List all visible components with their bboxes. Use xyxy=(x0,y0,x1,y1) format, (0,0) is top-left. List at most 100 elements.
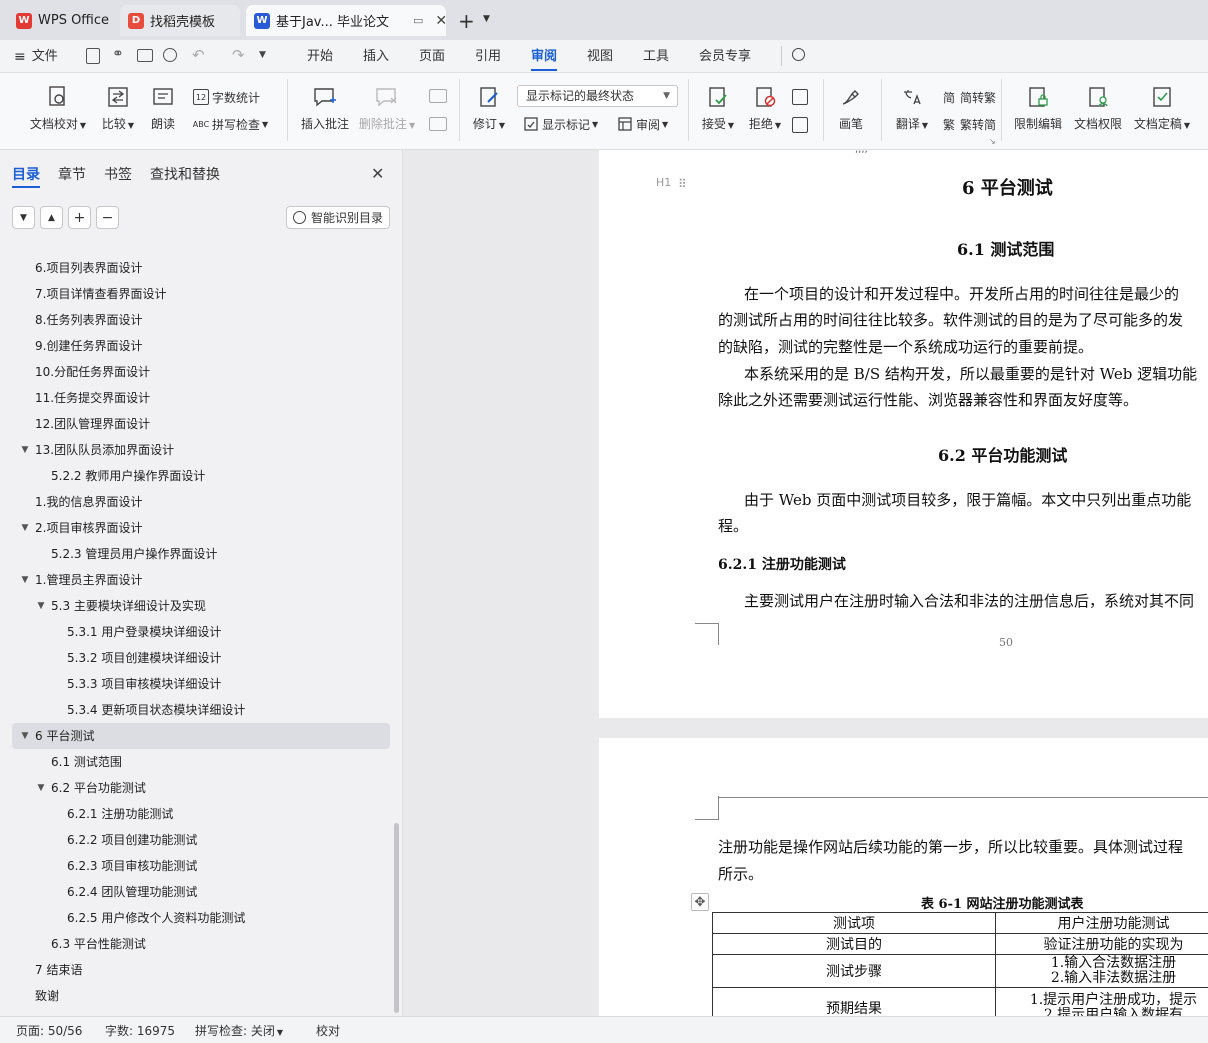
tab-bookmarks[interactable]: 书签 xyxy=(104,164,132,184)
show-markup-button[interactable]: 显示标记 ▼ xyxy=(523,114,598,134)
spell-check-button[interactable]: ABC 拼写检查 ▼ xyxy=(193,114,268,134)
read-aloud-button[interactable]: 朗读 xyxy=(148,73,178,132)
pin-window-icon[interactable]: ▭ xyxy=(413,14,423,27)
menu-view[interactable]: 视图 xyxy=(587,46,613,68)
menu-review[interactable]: 审阅 xyxy=(531,46,558,71)
toc-item[interactable]: 致谢 xyxy=(0,983,395,1009)
tab-wps-office[interactable]: W WPS Office xyxy=(8,5,113,36)
toc-item[interactable]: 5.3.3 项目审核模块详细设计 xyxy=(0,671,395,697)
menu-references[interactable]: 引用 xyxy=(475,46,501,68)
drag-handle-icon[interactable]: ⠿ xyxy=(678,177,687,191)
expand-all-button[interactable]: ▼ xyxy=(12,206,35,229)
add-heading-button[interactable]: + xyxy=(68,206,91,229)
proof-status[interactable]: 校对 xyxy=(316,1022,340,1039)
toc-item[interactable]: 5.3.4 更新项目状态模块详细设计 xyxy=(0,697,395,723)
toc-item[interactable]: 10.分配任务界面设计 xyxy=(0,359,395,385)
toc-item[interactable]: 6.1 测试范围 xyxy=(0,749,395,775)
menu-member[interactable]: 会员专享 xyxy=(699,46,751,68)
compare-button[interactable]: 比较 ▼ xyxy=(98,73,138,132)
smart-toc-button[interactable]: 智能识别目录 xyxy=(286,206,390,229)
toc-item[interactable]: ▼ 5.3 主要模块详细设计及实现 xyxy=(0,593,395,619)
restrict-edit-button[interactable]: 限制编辑 xyxy=(1013,73,1063,132)
menu-insert[interactable]: 插入 xyxy=(363,46,389,68)
tab-docer-templates[interactable]: D 找稻壳模板 xyxy=(120,5,240,36)
toc-item[interactable]: 6.2.2 项目创建功能测试 xyxy=(0,827,395,853)
toc-item[interactable]: 6.2.1 注册功能测试 xyxy=(0,801,395,827)
toc-item[interactable]: 7 结束语 xyxy=(0,957,395,983)
redo-icon[interactable]: ↷ xyxy=(232,46,245,64)
doc-permission-button[interactable]: 文档权限 xyxy=(1073,73,1123,132)
expand-toggle-icon[interactable]: ▼ xyxy=(19,723,31,749)
close-tab-icon[interactable]: ✕ xyxy=(435,13,446,29)
expand-toggle-icon[interactable]: ▼ xyxy=(19,567,31,593)
table-move-handle-icon[interactable]: ✥ xyxy=(691,893,709,911)
toc-item[interactable]: 6.2.3 项目审核功能测试 xyxy=(0,853,395,879)
search-icon[interactable] xyxy=(792,48,805,61)
toc-item[interactable]: ▼ 2.项目审核界面设计 xyxy=(0,515,395,541)
toc-item[interactable]: 6.2.4 团队管理功能测试 xyxy=(0,879,395,905)
spell-check-status[interactable]: 拼写检查: 关闭 ▼ xyxy=(195,1022,283,1039)
close-pane-icon[interactable]: ✕ xyxy=(371,164,384,183)
expand-toggle-icon[interactable]: ▼ xyxy=(35,593,47,619)
toc-item[interactable]: 6.项目列表界面设计 xyxy=(0,255,395,281)
previous-change-icon[interactable] xyxy=(792,89,808,105)
toc-item[interactable]: 11.任务提交界面设计 xyxy=(0,385,395,411)
toc-item[interactable]: 7.项目详情查看界面设计 xyxy=(0,281,395,307)
print-preview-icon[interactable] xyxy=(163,48,177,62)
toc-item[interactable]: ▼ 6 平台测试 xyxy=(12,723,390,749)
toc-item[interactable]: 5.2.3 管理员用户操作界面设计 xyxy=(0,541,395,567)
menu-home[interactable]: 开始 xyxy=(307,46,333,68)
expand-toggle-icon[interactable]: ▼ xyxy=(19,515,31,541)
reject-button[interactable]: 拒绝 ▼ xyxy=(746,73,784,132)
translate-button[interactable]: 翻译 ▼ xyxy=(893,73,931,132)
pen-button[interactable]: 画笔 xyxy=(836,73,866,132)
doc-finalize-button[interactable]: 文档定稿 ▼ xyxy=(1133,73,1191,132)
toc-item[interactable]: 6.3 平台性能测试 xyxy=(0,931,395,957)
toc-item[interactable]: 1.我的信息界面设计 xyxy=(0,489,395,515)
simplified-to-traditional-button[interactable]: 简 简转繁 xyxy=(941,87,996,107)
previous-comment-icon[interactable] xyxy=(429,89,447,103)
toc-item[interactable]: 6.2.5 用户修改个人资料功能测试 xyxy=(0,905,395,931)
file-menu[interactable]: ≡ 文件 xyxy=(14,46,58,68)
quick-access-chevron-icon[interactable]: ▼ xyxy=(259,50,266,60)
next-change-icon[interactable] xyxy=(792,117,808,133)
dialog-launcher-icon[interactable]: ↘ xyxy=(989,137,996,146)
next-comment-icon[interactable] xyxy=(429,117,447,131)
page-indicator[interactable]: 页面: 50/56 xyxy=(16,1022,82,1039)
toc-item[interactable]: ▼ 6.2 平台功能测试 xyxy=(0,775,395,801)
delete-comment-button[interactable]: 删除批注 ▼ xyxy=(359,73,415,132)
share-link-icon[interactable]: ⚭ xyxy=(112,46,124,62)
toc-item[interactable]: 5.3.1 用户登录模块详细设计 xyxy=(0,619,395,645)
tab-find-replace[interactable]: 查找和替换 xyxy=(150,164,220,184)
menu-tools[interactable]: 工具 xyxy=(643,46,669,68)
toc-item[interactable]: 9.创建任务界面设计 xyxy=(0,333,395,359)
new-tab-plus-icon[interactable]: + xyxy=(458,9,475,33)
menu-page[interactable]: 页面 xyxy=(419,46,445,68)
word-count-button[interactable]: 12 字数统计 xyxy=(193,87,260,107)
proofread-button[interactable]: 文档校对 ▼ xyxy=(28,73,88,132)
tab-sections[interactable]: 章节 xyxy=(58,164,86,184)
toc-item[interactable]: 5.3.2 项目创建模块详细设计 xyxy=(0,645,395,671)
toc-item[interactable]: 12.团队管理界面设计 xyxy=(0,411,395,437)
new-tab-chevron-icon[interactable]: ▼ xyxy=(483,14,490,24)
expand-toggle-icon[interactable]: ▼ xyxy=(19,437,31,463)
toc-item[interactable]: ▼ 13.团队队员添加界面设计 xyxy=(0,437,395,463)
toc-item[interactable]: 8.任务列表界面设计 xyxy=(0,307,395,333)
save-icon[interactable] xyxy=(86,48,100,64)
tab-toc[interactable]: 目录 xyxy=(12,164,40,184)
pane-scrollbar-thumb[interactable] xyxy=(394,823,399,1013)
toc-item[interactable]: 5.2.2 教师用户操作界面设计 xyxy=(0,463,395,489)
print-icon[interactable] xyxy=(137,49,153,62)
insert-comment-button[interactable]: 插入批注 xyxy=(300,73,350,132)
collapse-all-button[interactable]: ▲ xyxy=(40,206,63,229)
word-count-indicator[interactable]: 字数: 16975 xyxy=(105,1022,175,1039)
markup-display-select[interactable]: 显示标记的最终状态 ▼ xyxy=(517,85,678,107)
revise-button[interactable]: 修订 ▼ xyxy=(470,73,508,132)
toc-item[interactable]: ▼ 1.管理员主界面设计 xyxy=(0,567,395,593)
expand-toggle-icon[interactable]: ▼ xyxy=(35,775,47,801)
review-pane-button[interactable]: 审阅 ▼ xyxy=(617,114,668,134)
tab-document-active[interactable]: W 基于Jav... 毕业论文 ▭ ✕ xyxy=(246,5,446,36)
undo-icon[interactable]: ↶ xyxy=(192,46,205,64)
traditional-to-simplified-button[interactable]: 繁 繁转简 xyxy=(941,114,996,134)
remove-heading-button[interactable]: − xyxy=(96,206,119,229)
